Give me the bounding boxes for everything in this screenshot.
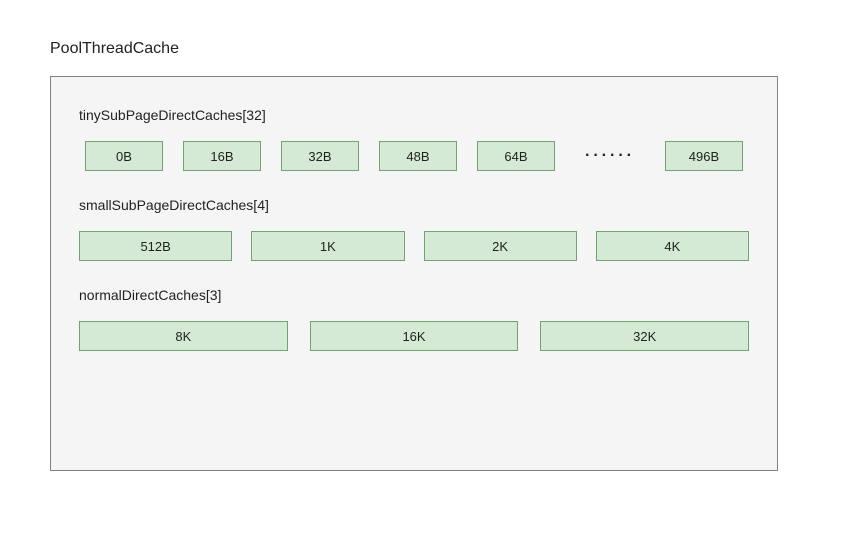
ellipsis-icon: ······ xyxy=(585,147,635,165)
tiny-cell: 48B xyxy=(379,141,457,171)
tiny-row: 0B 16B 32B 48B 64B ······ 496B xyxy=(85,141,749,171)
tiny-cell: 16B xyxy=(183,141,261,171)
tiny-cell: 496B xyxy=(665,141,743,171)
outer-box: tinySubPageDirectCaches[32] 0B 16B 32B 4… xyxy=(50,76,778,471)
normal-cell: 8K xyxy=(79,321,288,351)
diagram-title: PoolThreadCache xyxy=(50,40,802,58)
normal-row: 8K 16K 32K xyxy=(79,321,749,351)
tiny-cell: 0B xyxy=(85,141,163,171)
small-row: 512B 1K 2K 4K xyxy=(79,231,749,261)
normal-cell: 32K xyxy=(540,321,749,351)
tiny-label: tinySubPageDirectCaches[32] xyxy=(79,107,749,123)
small-cell: 2K xyxy=(424,231,577,261)
small-cell: 512B xyxy=(79,231,232,261)
normal-label: normalDirectCaches[3] xyxy=(79,287,749,303)
small-cell: 4K xyxy=(596,231,749,261)
small-cell: 1K xyxy=(251,231,404,261)
small-label: smallSubPageDirectCaches[4] xyxy=(79,197,749,213)
tiny-cell: 64B xyxy=(477,141,555,171)
tiny-cell: 32B xyxy=(281,141,359,171)
normal-cell: 16K xyxy=(310,321,519,351)
